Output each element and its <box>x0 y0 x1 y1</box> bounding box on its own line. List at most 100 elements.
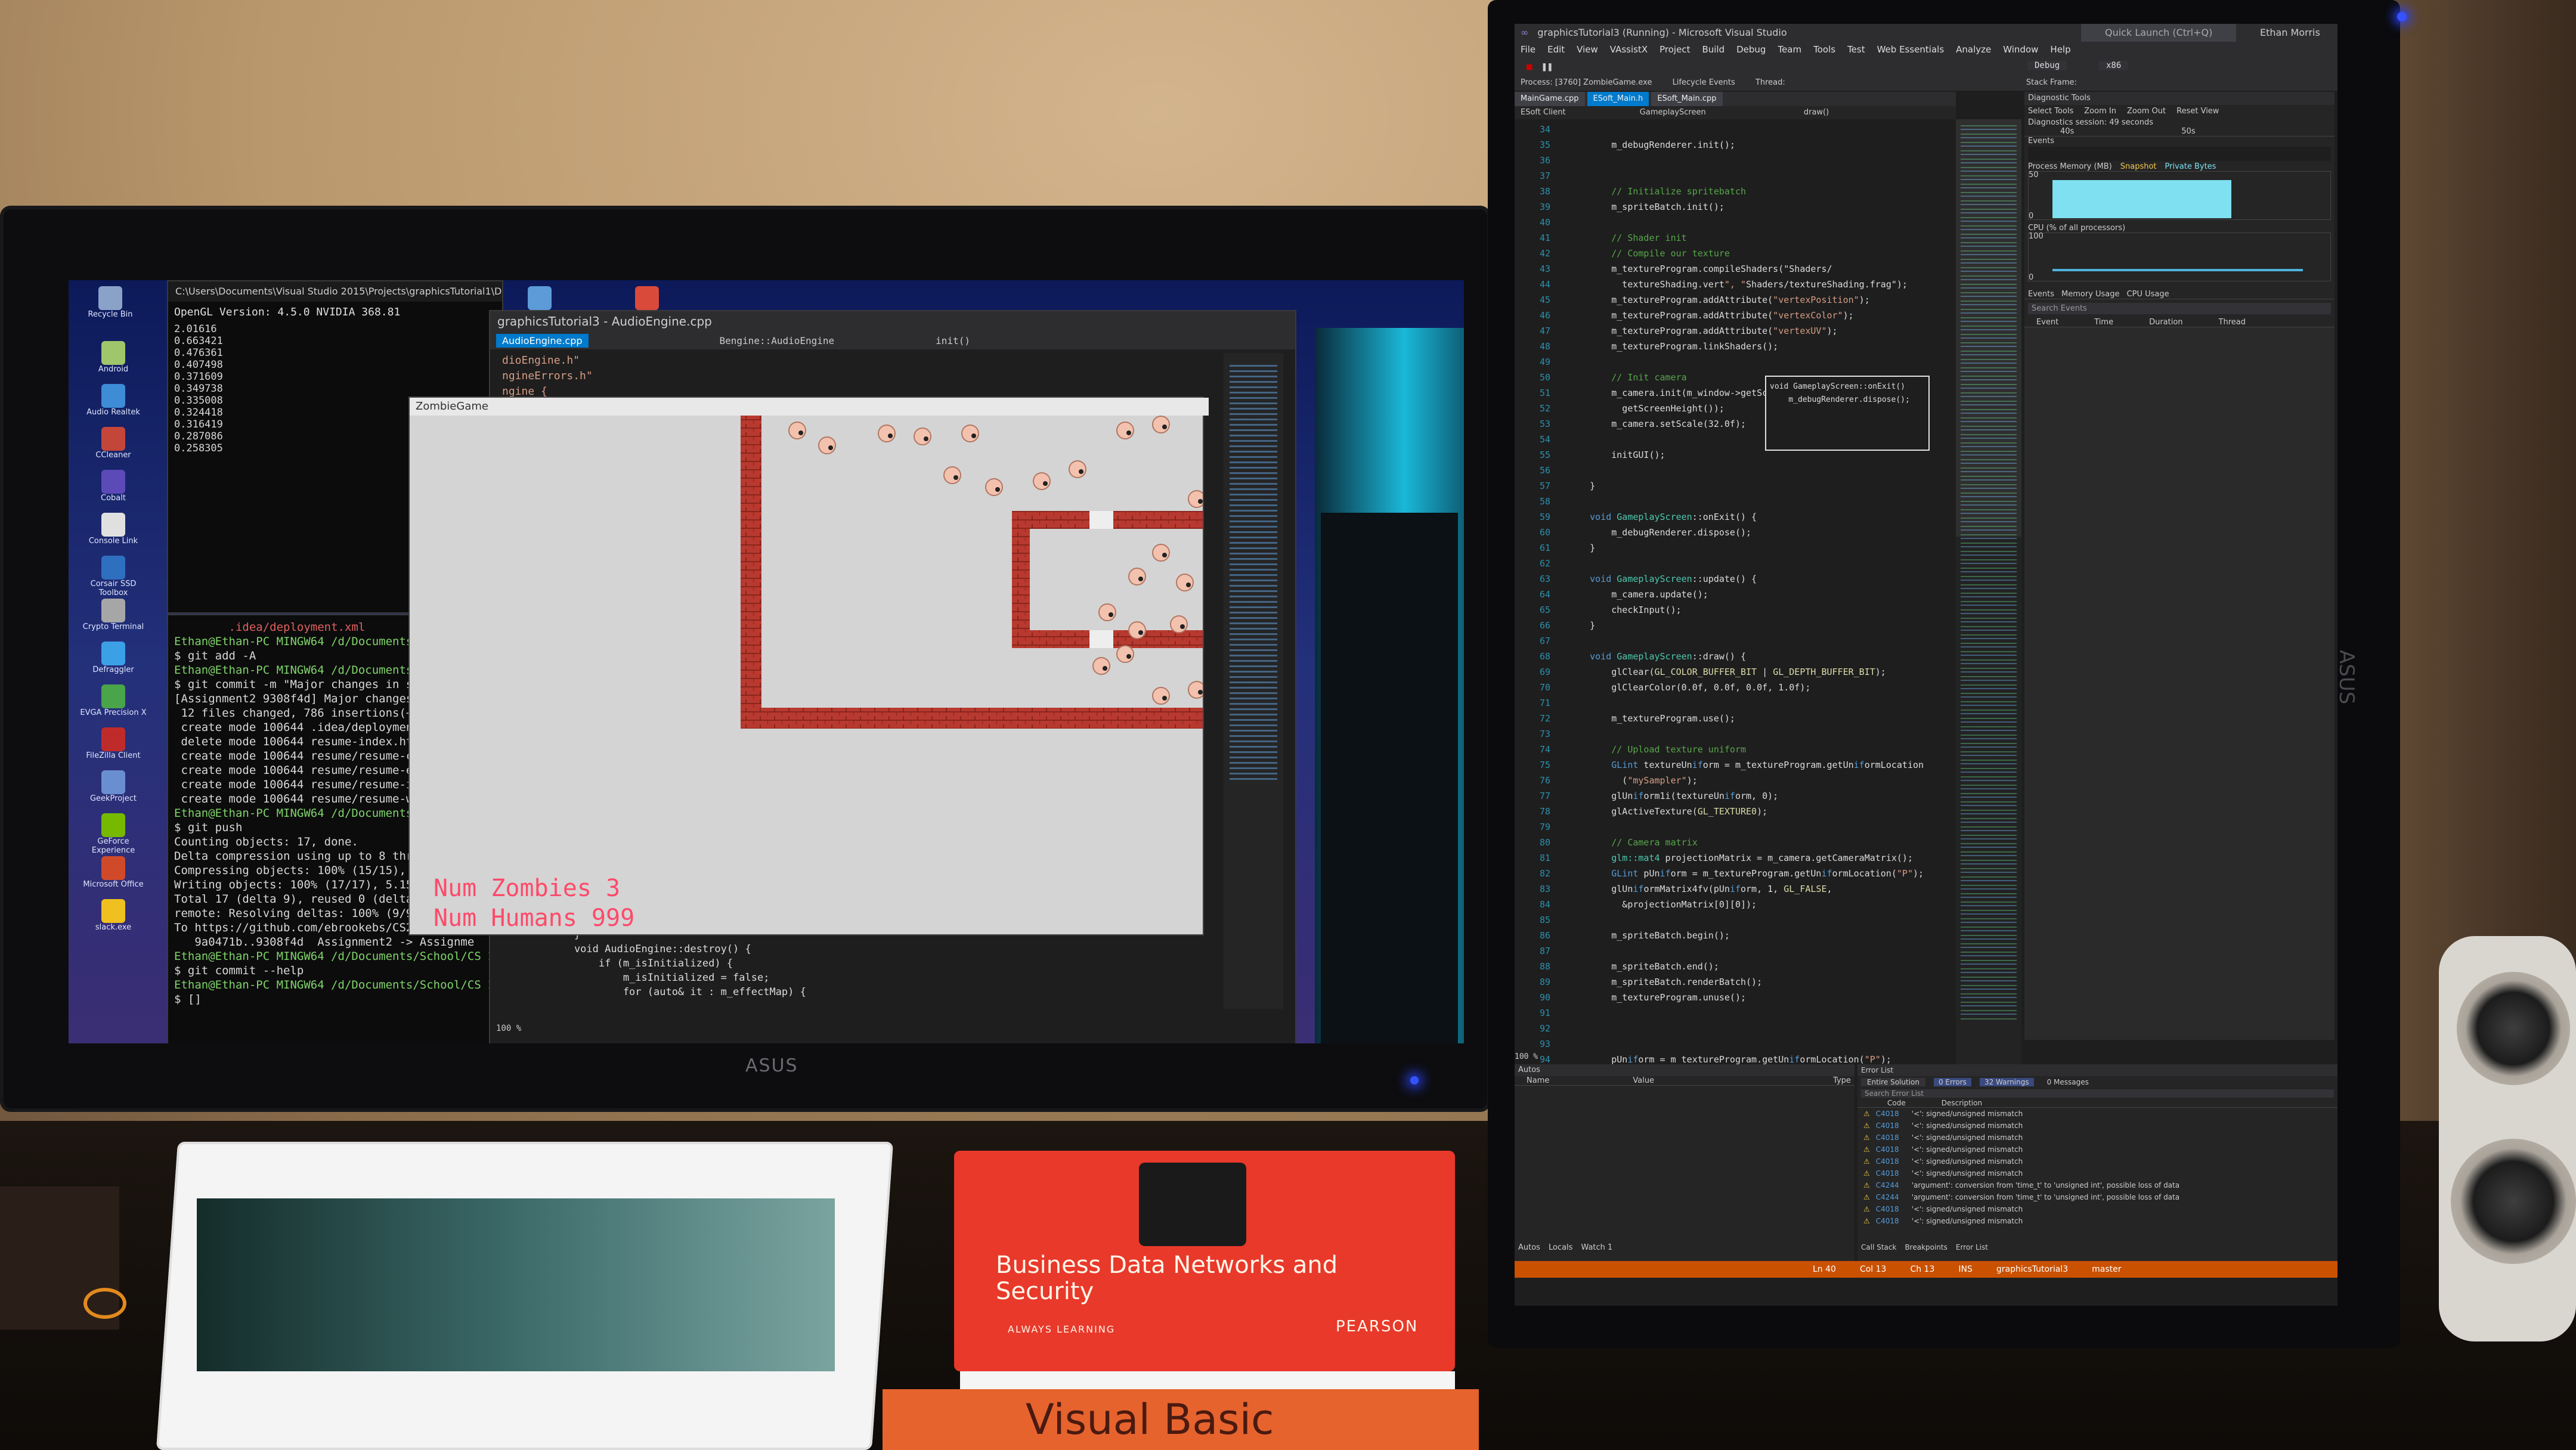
error-row[interactable]: ⚠ C4018 '<': signed/unsigned mismatch <box>1857 1155 2337 1167</box>
autos-tab[interactable]: Watch 1 <box>1581 1243 1612 1252</box>
code-text: void GameplayScreen::draw() { <box>1590 651 1747 662</box>
menu-item[interactable]: Help <box>2050 42 2070 57</box>
error-row[interactable]: ⚠ C4018 '<': signed/unsigned mismatch <box>1857 1167 2337 1179</box>
error-panel-tab[interactable]: Breakpoints <box>1905 1243 1947 1251</box>
menu-item[interactable]: Edit <box>1547 42 1565 57</box>
nav-member[interactable]: draw() <box>1804 108 1829 117</box>
menu-item[interactable]: View <box>1577 42 1598 57</box>
desktop-icon[interactable]: Android <box>78 341 149 374</box>
platform-select[interactable]: x86 <box>2099 61 2129 70</box>
pause-icon[interactable]: ❚❚ <box>1541 61 1553 72</box>
agent-eye <box>1109 612 1113 617</box>
menu-item[interactable]: Tools <box>1813 42 1835 57</box>
diag-tab[interactable]: CPU Usage <box>2127 290 2169 299</box>
reset-view[interactable]: Reset View <box>2176 105 2219 118</box>
memory-graph[interactable]: 50 0 <box>2028 171 2331 221</box>
quick-launch[interactable]: Quick Launch (Ctrl+Q) <box>2081 24 2237 42</box>
error-row[interactable]: ⚠ C4244 'argument': conversion from 'time_… <box>1857 1191 2337 1203</box>
desktop-icon[interactable]: EVGA Precision X <box>78 684 149 717</box>
code-text: &projectionMatrix[0][0]); <box>1568 899 1757 910</box>
col-code: Code <box>1887 1099 1906 1107</box>
error-panel-tab[interactable]: Error List <box>1956 1243 1988 1251</box>
menu-item[interactable]: VAssistX <box>1610 42 1648 57</box>
autos-tab[interactable]: Autos <box>1518 1243 1540 1252</box>
right-power-led <box>2397 12 2407 21</box>
events-track[interactable] <box>2028 147 2331 161</box>
menu-item[interactable]: Window <box>2003 42 2038 57</box>
desktop-icon[interactable]: CCleaner <box>78 427 149 460</box>
desktop-icon[interactable]: Recycle Bin <box>75 286 146 319</box>
menu-item[interactable]: Test <box>1847 42 1865 57</box>
code-row: 72 m_textureProgram.use(); <box>1515 711 1956 726</box>
cpu-graph[interactable]: 100 0 <box>2028 232 2331 282</box>
editor-zoom[interactable]: 100 % <box>1515 1052 1538 1061</box>
desktop-icon[interactable]: Cobalt <box>78 470 149 503</box>
diag-tab[interactable]: Events <box>2028 290 2054 299</box>
zombie <box>1188 681 1203 699</box>
nav-class[interactable]: Bengine::AudioEngine <box>720 335 835 346</box>
search-error-list[interactable]: Search Error List <box>1861 1089 2334 1098</box>
code-map-viewport[interactable] <box>1956 119 2021 537</box>
errors-filter[interactable]: 0 Errors <box>1933 1078 1971 1086</box>
error-rows: ⚠ C4018 '<': signed/unsigned mismatch ⚠ C401… <box>1857 1108 2337 1227</box>
desktop-icon[interactable]: Crypto Terminal <box>78 599 149 631</box>
search-events[interactable]: Search Events <box>2028 303 2331 314</box>
error-row[interactable]: ⚠ C4018 '<': signed/unsigned mismatch <box>1857 1215 2337 1227</box>
messages-filter[interactable]: 0 Messages <box>2042 1078 2094 1086</box>
zoom-out[interactable]: Zoom Out <box>2127 105 2166 118</box>
menu-item[interactable]: File <box>1521 42 1535 57</box>
code-editor[interactable]: 34 35 m_debugRenderer.init(); 36 37 38 // In… <box>1515 119 1956 1073</box>
stack-frame-select[interactable]: Stack Frame: <box>2026 78 2077 87</box>
error-row[interactable]: ⚠ C4018 '<': signed/unsigned mismatch <box>1857 1108 2337 1120</box>
document-tab[interactable]: ESoft_Main.cpp <box>1651 92 1723 106</box>
menu-item[interactable]: Project <box>1659 42 1690 57</box>
error-row[interactable]: ⚠ C4018 '<': signed/unsigned mismatch <box>1857 1120 2337 1132</box>
game-canvas[interactable] <box>410 416 1203 934</box>
document-tab[interactable]: ESoft_Main.h <box>1587 92 1649 106</box>
status-branch[interactable]: master <box>2092 1261 2121 1278</box>
error-row[interactable]: ⚠ C4018 '<': signed/unsigned mismatch <box>1857 1144 2337 1155</box>
desktop-icon[interactable]: GeForce Experience <box>78 813 149 855</box>
line-number: 73 <box>1539 729 1550 739</box>
nav-scope[interactable]: GameplayScreen <box>1640 108 1706 117</box>
menu-item[interactable]: Web Essentials <box>1877 42 1945 57</box>
scope-select[interactable]: Entire Solution <box>1861 1078 1925 1086</box>
menu-item[interactable]: Analyze <box>1956 42 1991 57</box>
user-name[interactable]: Ethan Morris <box>2260 24 2320 42</box>
nav-function[interactable]: init() <box>936 335 970 346</box>
lifecycle-events[interactable]: Lifecycle Events <box>1673 78 1735 87</box>
desktop-icon[interactable]: Microsoft Office <box>78 856 149 889</box>
diag-tab[interactable]: Memory Usage <box>2061 290 2120 299</box>
desktop-icon[interactable]: Corsair SSD Toolbox <box>78 556 149 597</box>
zombie-game-window[interactable]: ZombieGame Num Zombies 3 Num Humans 999 <box>408 396 1209 935</box>
nav-project[interactable]: ESoft Client <box>1521 108 1566 117</box>
code-map[interactable] <box>1956 119 2021 1073</box>
autos-tab[interactable]: Locals <box>1549 1243 1572 1252</box>
document-tab[interactable]: MainGame.cpp <box>1515 92 1585 106</box>
events-list[interactable] <box>2024 327 2334 1040</box>
status-project[interactable]: graphicsTutorial3 <box>1996 1261 2068 1278</box>
menu-item[interactable]: Team <box>1778 42 1801 57</box>
zoom-level[interactable]: 100 % <box>496 1024 521 1033</box>
menu-item[interactable]: Debug <box>1736 42 1766 57</box>
menu-item[interactable]: Build <box>1702 42 1724 57</box>
process-select[interactable]: Process: [3760] ZombieGame.exe <box>1521 78 1652 87</box>
error-row[interactable]: ⚠ C4018 '<': signed/unsigned mismatch <box>1857 1203 2337 1215</box>
error-panel-tab[interactable]: Call Stack <box>1861 1243 1896 1251</box>
stop-debug-icon[interactable]: ■ <box>1527 61 1532 72</box>
zoom-in[interactable]: Zoom In <box>2084 105 2116 118</box>
code-minimap[interactable] <box>1224 353 1283 1009</box>
desktop-icon[interactable]: Audio Realtek <box>78 384 149 417</box>
desktop-icon[interactable]: Defraggler <box>78 642 149 674</box>
thread-select[interactable]: Thread: <box>1755 78 1785 87</box>
desktop-icon[interactable]: GeekProject <box>78 770 149 803</box>
select-tools[interactable]: Select Tools <box>2028 105 2073 118</box>
config-select[interactable]: Debug <box>2027 61 2067 70</box>
error-row[interactable]: ⚠ C4018 '<': signed/unsigned mismatch <box>1857 1132 2337 1144</box>
error-row[interactable]: ⚠ C4244 'argument': conversion from 'time_… <box>1857 1179 2337 1191</box>
desktop-icon[interactable]: FileZilla Client <box>78 727 149 760</box>
desktop-icon[interactable]: Console Link <box>78 513 149 546</box>
tab-audioengine[interactable]: AudioEngine.cpp <box>496 333 589 348</box>
desktop-icon[interactable]: slack.exe <box>78 899 149 932</box>
warnings-filter[interactable]: 32 Warnings <box>1979 1078 2034 1086</box>
